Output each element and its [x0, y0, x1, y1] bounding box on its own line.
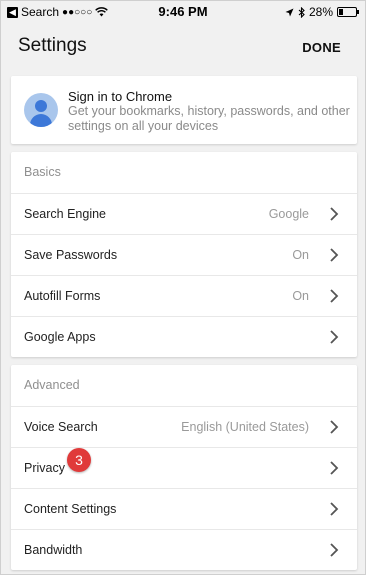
row-google-apps[interactable]: Google Apps	[11, 316, 357, 357]
row-label: Save Passwords	[24, 248, 118, 262]
chevron-right-icon	[330, 248, 339, 262]
chevron-right-icon	[330, 543, 339, 557]
status-right: 28%	[285, 5, 359, 19]
row-bandwidth[interactable]: Bandwidth	[11, 529, 357, 570]
row-label: Bandwidth	[24, 543, 83, 557]
bluetooth-icon	[298, 6, 305, 18]
advanced-section-label: Advanced	[24, 378, 80, 392]
location-arrow-icon	[285, 8, 294, 16]
step-number-badge: 3	[67, 448, 91, 472]
chevron-right-icon	[330, 330, 339, 344]
row-privacy[interactable]: Privacy	[11, 447, 357, 488]
row-value: Google	[268, 207, 309, 221]
sign-in-subtitle: Get your bookmarks, history, passwords, …	[68, 104, 350, 133]
battery-percent: 28%	[308, 5, 333, 19]
avatar-icon	[24, 93, 58, 127]
chevron-right-icon	[330, 289, 339, 303]
row-label: Voice Search	[24, 420, 98, 434]
row-voice-search[interactable]: Voice Search English (United States)	[11, 406, 357, 447]
row-autofill-forms[interactable]: Autofill Forms On	[11, 275, 357, 316]
battery-fill	[339, 9, 343, 15]
settings-screen: ◀ Search ●●○○○ 9:46 PM 28% Settings DONE	[0, 0, 366, 575]
chevron-right-icon	[330, 461, 339, 475]
chevron-right-icon	[330, 502, 339, 516]
battery-icon	[337, 7, 359, 17]
row-content-settings[interactable]: Content Settings	[11, 488, 357, 529]
chevron-right-icon	[330, 207, 339, 221]
advanced-card: Advanced Voice Search English (United St…	[11, 365, 357, 570]
avatar-head	[35, 100, 47, 112]
row-label: Privacy	[24, 461, 65, 475]
avatar-body	[30, 114, 52, 127]
row-value: On	[292, 289, 309, 303]
row-label: Google Apps	[24, 330, 96, 344]
chevron-right-icon	[330, 420, 339, 434]
page-title: Settings	[18, 35, 87, 56]
status-bar: ◀ Search ●●○○○ 9:46 PM 28%	[1, 1, 365, 21]
row-value: English (United States)	[181, 420, 309, 434]
row-label: Content Settings	[24, 502, 117, 516]
sign-in-title: Sign in to Chrome	[68, 89, 173, 104]
sign-in-card[interactable]: Sign in to Chrome Get your bookmarks, hi…	[11, 76, 357, 144]
row-save-passwords[interactable]: Save Passwords On	[11, 234, 357, 275]
basics-section-label: Basics	[24, 165, 61, 179]
row-label: Search Engine	[24, 207, 107, 221]
row-label: Autofill Forms	[24, 289, 101, 303]
row-search-engine[interactable]: Search Engine Google	[11, 193, 357, 234]
done-button[interactable]: DONE	[302, 40, 341, 55]
row-value: On	[292, 248, 309, 262]
settings-header: Settings DONE	[1, 23, 365, 73]
basics-card: Basics Search Engine Google Save Passwor…	[11, 152, 357, 357]
